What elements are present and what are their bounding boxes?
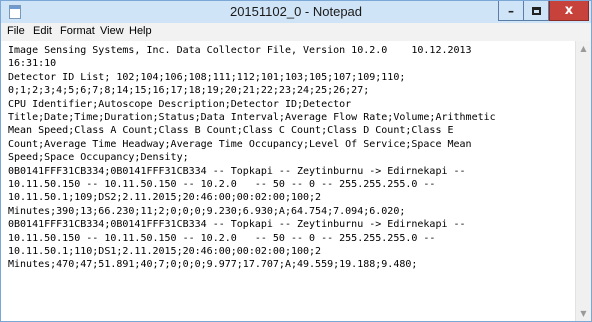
maximize-button[interactable] [524,1,549,21]
text-line: 0B0141FFF31CB334;0B0141FFF31CB334 -- Top… [8,219,466,231]
text-line: Mean Speed;Class A Count;Class B Count;C… [8,125,454,137]
text-line: Count;Average Time Headway;Average Time … [8,138,472,150]
scroll-down-icon[interactable]: ▼ [576,306,591,321]
notepad-window: 20151102_0 - Notepad – x File Edit Forma… [0,0,592,322]
text-line: 10.11.50.1;110;DS1;2.11.2015;20:46:00;00… [8,246,322,257]
close-button[interactable]: x [549,1,589,21]
text-line: Detector ID List; 102;104;106;108;111;11… [8,71,406,83]
text-line: Title;Date;Time;Duration;Status;Data Int… [8,112,496,123]
text-line: Minutes;390;13;66.230;11;2;0;0;0;9.230;6… [8,205,406,217]
text-line: CPU Identifier;Autoscope Description;Det… [8,98,352,110]
menu-help[interactable]: Help [129,25,152,37]
vertical-scrollbar[interactable]: ▲ ▼ [575,41,591,321]
text-line: 0;1;2;3;4;5;6;7;8;14;15;16;17;18;19;20;2… [8,85,370,97]
text-line: Minutes;470;47;51.891;40;7;0;0;0;9.977;1… [8,259,418,271]
scroll-up-icon[interactable]: ▲ [576,41,591,56]
menu-bar: File Edit Format View Help [1,23,591,42]
title-bar[interactable]: 20151102_0 - Notepad – x [1,1,591,23]
text-line: 0B0141FFF31CB334;0B0141FFF31CB334 -- Top… [8,165,466,177]
text-line: 16:31:10 [8,58,57,70]
minimize-icon: – [508,3,514,18]
menu-file[interactable]: File [7,25,25,37]
text-line: Speed;Space Occupancy;Density; [8,152,189,164]
text-editor[interactable]: Image Sensing Systems, Inc. Data Collect… [1,41,575,321]
text-line: Image Sensing Systems, Inc. Data Collect… [8,45,472,56]
menu-view[interactable]: View [100,25,124,37]
maximize-icon [531,6,541,15]
close-icon: x [564,3,574,18]
text-line: 10.11.50.150 -- 10.11.50.150 -- 10.2.0 -… [8,232,436,244]
menu-edit[interactable]: Edit [33,25,52,37]
minimize-button[interactable]: – [498,1,524,21]
menu-format[interactable]: Format [60,25,95,37]
text-line: 10.11.50.1;109;DS2;2.11.2015;20:46:00;00… [8,192,322,204]
text-line: 10.11.50.150 -- 10.11.50.150 -- 10.2.0 -… [8,179,436,190]
